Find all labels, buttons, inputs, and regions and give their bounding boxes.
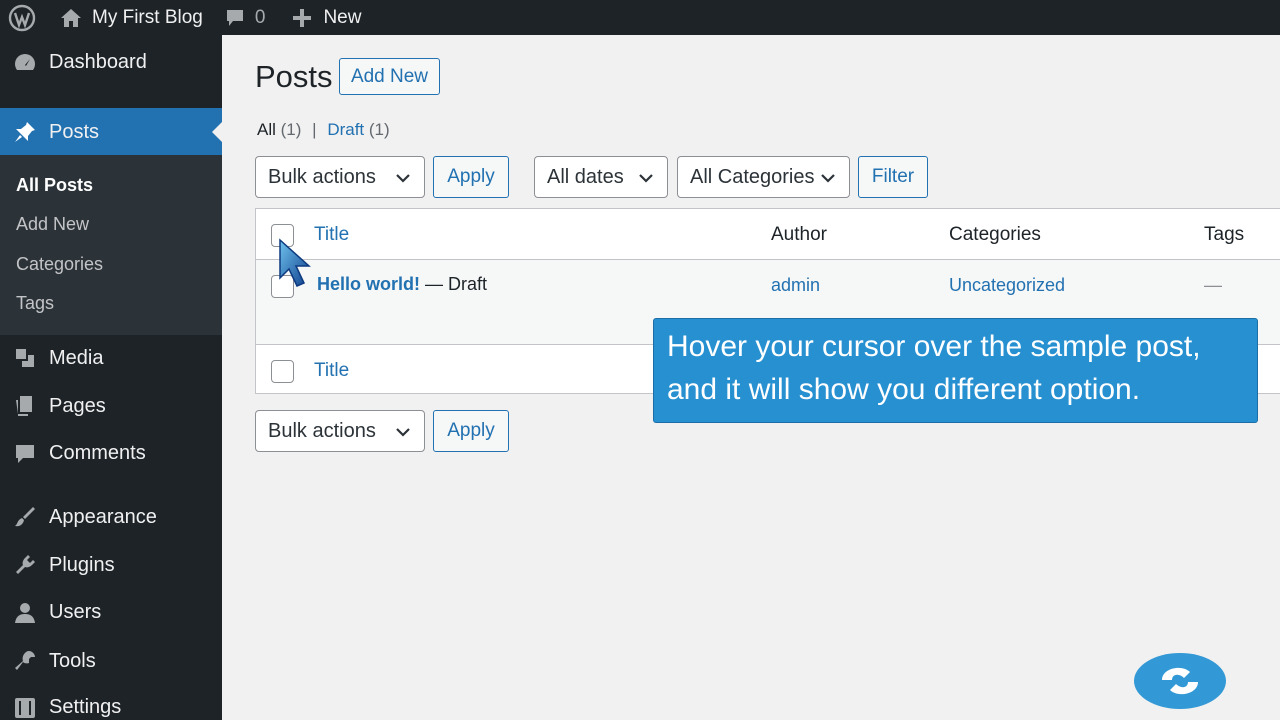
column-author: Author xyxy=(771,224,827,245)
dashboard-icon xyxy=(0,52,49,74)
post-title-link[interactable]: Hello world! xyxy=(317,274,420,294)
bulk-actions-value: Bulk actions xyxy=(268,419,376,442)
pages-icon xyxy=(0,394,49,418)
wrench-icon xyxy=(0,649,49,673)
column-tags: Tags xyxy=(1204,224,1245,245)
bulk-actions-select-top[interactable]: Bulk actions xyxy=(255,156,425,198)
column-title-sort[interactable]: Title xyxy=(314,224,349,246)
settings-icon xyxy=(0,697,49,719)
wordpress-logo-button[interactable] xyxy=(0,0,46,35)
comments-link[interactable]: 0 xyxy=(209,0,272,35)
apply-button-bottom[interactable]: Apply xyxy=(433,410,509,452)
table-header: Title Author Categories Tags xyxy=(256,209,1280,260)
post-author-link[interactable]: admin xyxy=(771,275,820,296)
add-new-post-button[interactable]: Add New xyxy=(339,58,440,95)
chevron-down-icon xyxy=(821,174,835,183)
sidebar-item-comments[interactable]: Comments xyxy=(0,442,222,465)
sidebar-item-label: Media xyxy=(49,346,104,369)
submenu-item-add-new[interactable]: Add New xyxy=(16,214,89,235)
plug-icon xyxy=(0,553,49,577)
category-filter-value: All Categories xyxy=(690,165,815,188)
category-filter-select[interactable]: All Categories xyxy=(677,156,850,198)
sidebar-item-label: Users xyxy=(49,601,102,623)
post-tags: — xyxy=(1204,275,1222,295)
site-name-label: My First Blog xyxy=(92,6,203,28)
home-icon xyxy=(61,8,81,27)
chevron-down-icon xyxy=(396,174,410,183)
sidebar-item-label: Plugins xyxy=(49,553,115,576)
posts-submenu: All Posts Add New Categories Tags xyxy=(0,155,222,335)
sidebar-item-settings[interactable]: Settings xyxy=(0,696,222,719)
column-categories: Categories xyxy=(949,224,1041,245)
sidebar-item-posts[interactable]: Posts xyxy=(0,108,222,156)
filter-draft-count: (1) xyxy=(368,120,390,139)
post-state: — Draft xyxy=(425,274,488,294)
sidebar-item-label: Dashboard xyxy=(49,51,147,73)
comment-icon xyxy=(226,9,243,26)
bulk-actions-select-bottom[interactable]: Bulk actions xyxy=(255,410,425,452)
post-title-cell: Hello world! — Draft xyxy=(317,274,487,295)
new-label: New xyxy=(323,6,362,28)
sidebar-item-appearance[interactable]: Appearance xyxy=(0,505,222,529)
filter-all-count: (1) xyxy=(280,120,302,139)
submenu-item-categories[interactable]: Categories xyxy=(16,254,103,275)
date-filter-select[interactable]: All dates xyxy=(534,156,668,198)
post-status-filters: All (1) | Draft (1) xyxy=(257,120,390,140)
sidebar-item-label: Tools xyxy=(49,649,96,672)
filter-button[interactable]: Filter xyxy=(858,156,928,198)
caption-line-2: and it will show you different option. xyxy=(667,373,1141,406)
filter-draft-link[interactable]: Draft xyxy=(327,120,364,139)
sidebar-item-label: Posts xyxy=(49,120,100,143)
admin-sidebar: Dashboard Posts All Posts Add New Catego… xyxy=(0,35,222,720)
column-title-sort-footer[interactable]: Title xyxy=(314,360,349,382)
sidebar-item-dashboard[interactable]: Dashboard xyxy=(0,51,222,74)
post-category-link[interactable]: Uncategorized xyxy=(949,275,1065,296)
filter-separator: | xyxy=(312,120,317,139)
sidebar-item-label: Appearance xyxy=(49,505,157,528)
sidebar-item-plugins[interactable]: Plugins xyxy=(0,553,222,577)
comments-icon xyxy=(0,443,49,465)
select-all-checkbox-footer[interactable] xyxy=(271,360,294,383)
sidebar-item-label: Comments xyxy=(49,442,146,464)
submenu-item-all-posts[interactable]: All Posts xyxy=(16,175,93,196)
wordpress-icon xyxy=(8,4,36,31)
chevron-down-icon xyxy=(396,428,410,437)
sidebar-item-tools[interactable]: Tools xyxy=(0,649,222,673)
channel-logo-icon xyxy=(1134,653,1226,709)
page-title: Posts xyxy=(255,59,333,94)
sidebar-item-users[interactable]: Users xyxy=(0,601,222,624)
site-name-link[interactable]: My First Blog xyxy=(46,0,209,35)
tutorial-caption: Hover your cursor over the sample post, … xyxy=(653,318,1258,423)
user-icon xyxy=(0,602,49,624)
sidebar-item-pages[interactable]: Pages xyxy=(0,394,222,418)
caption-line-1: Hover your cursor over the sample post, xyxy=(667,330,1201,363)
filter-all-link[interactable]: All xyxy=(257,120,276,139)
mouse-cursor-icon xyxy=(279,238,311,287)
admin-bar: My First Blog 0 New xyxy=(0,0,1280,35)
paintbrush-icon xyxy=(0,505,49,529)
plus-icon xyxy=(293,8,312,27)
date-filter-value: All dates xyxy=(547,165,624,188)
chevron-down-icon xyxy=(639,174,653,183)
bulk-actions-value: Bulk actions xyxy=(268,165,376,188)
sidebar-item-label: Settings xyxy=(49,696,122,718)
comments-count: 0 xyxy=(254,6,266,28)
new-content-button[interactable]: New xyxy=(271,0,367,35)
submenu-item-tags[interactable]: Tags xyxy=(16,293,54,314)
apply-button-top[interactable]: Apply xyxy=(433,156,509,198)
media-icon xyxy=(0,346,49,370)
pushpin-icon xyxy=(0,120,49,144)
sidebar-item-label: Pages xyxy=(49,394,106,417)
sidebar-item-media[interactable]: Media xyxy=(0,346,222,370)
